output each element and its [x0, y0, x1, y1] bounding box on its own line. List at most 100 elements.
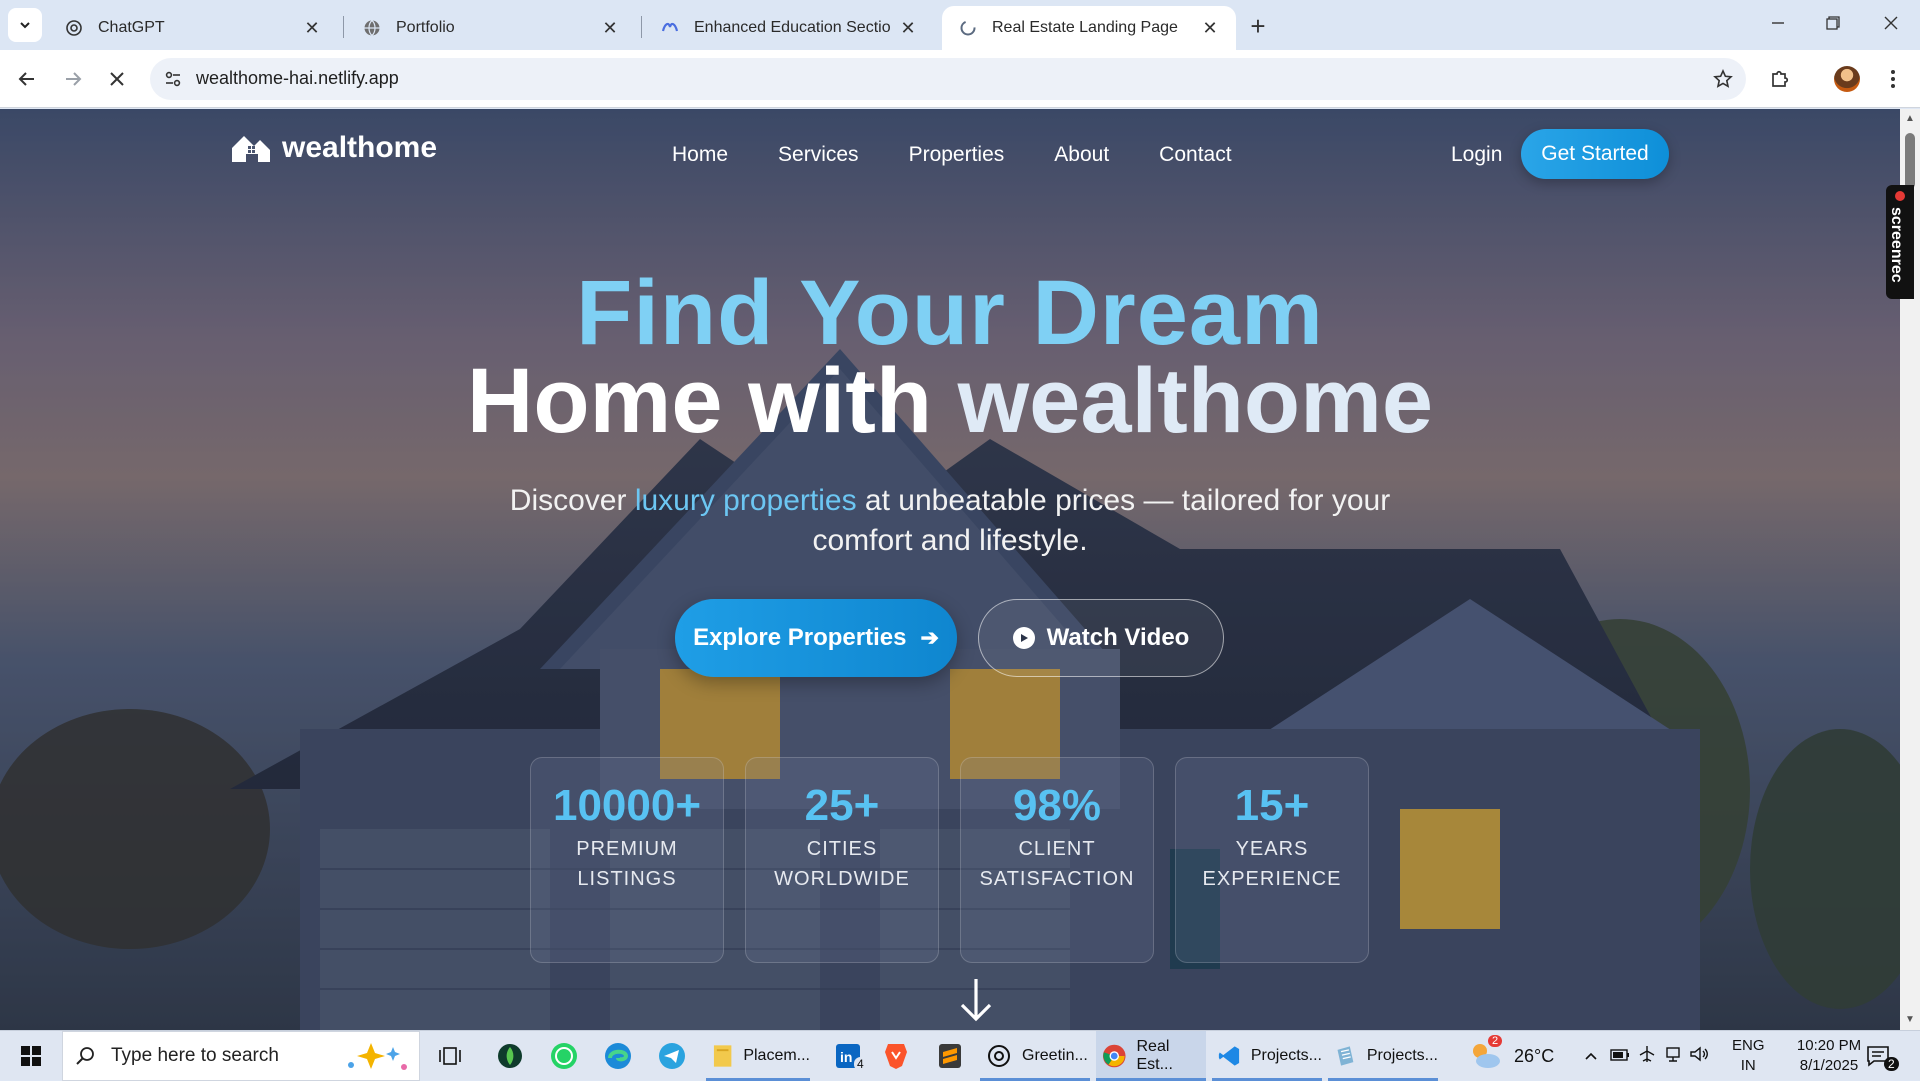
- site-settings-icon[interactable]: [160, 66, 186, 92]
- close-icon: [1884, 16, 1898, 30]
- close-icon[interactable]: ✕: [302, 18, 322, 38]
- forward-button[interactable]: [56, 62, 90, 96]
- hero-subtitle-start: Discover: [509, 484, 635, 517]
- chevron-down-icon: [20, 22, 30, 29]
- battery-icon[interactable]: [1606, 1048, 1634, 1065]
- screenrec-widget[interactable]: screenrec: [1886, 185, 1914, 299]
- taskbar-app-chatgpt[interactable]: Greetin...: [980, 1031, 1090, 1081]
- globe-icon: [362, 18, 382, 38]
- hero-title-prefix: Home with: [466, 350, 958, 452]
- browser-toolbar: wealthome-hai.netlify.app: [0, 50, 1920, 108]
- tab-enhanced-education[interactable]: Enhanced Education Section De ✕: [644, 6, 934, 50]
- menu-button[interactable]: [1876, 62, 1910, 96]
- chrome-icon: [1102, 1044, 1126, 1068]
- tab-chatgpt[interactable]: ChatGPT ✕: [48, 6, 338, 50]
- tab-list-button[interactable]: [8, 8, 42, 42]
- input-language[interactable]: ENG IN: [1732, 1036, 1765, 1076]
- search-placeholder: Type here to search: [111, 1045, 279, 1066]
- scroll-up-icon[interactable]: ▲: [1904, 113, 1916, 125]
- taskbar-app-vscode[interactable]: Projects...: [1212, 1031, 1322, 1081]
- back-button[interactable]: [10, 62, 44, 96]
- brave-icon: [885, 1044, 907, 1069]
- task-view-icon: [439, 1047, 461, 1065]
- hero-subtitle-end: at unbeatable prices — tailored for your…: [812, 484, 1391, 557]
- weather-widget[interactable]: 2 26°C: [1468, 1031, 1554, 1081]
- brand-logo[interactable]: wealthome: [230, 131, 437, 165]
- chevron-up-icon[interactable]: [1580, 1048, 1602, 1065]
- tab-real-estate[interactable]: Real Estate Landing Page ✕: [942, 6, 1236, 50]
- mongodb-icon: [498, 1044, 522, 1068]
- taskbar-app-mongodb[interactable]: [490, 1031, 530, 1081]
- bookmark-star-icon[interactable]: [1710, 66, 1736, 92]
- address-bar[interactable]: wealthome-hai.netlify.app: [150, 58, 1746, 100]
- get-started-button[interactable]: Get Started: [1521, 129, 1669, 179]
- chatgpt-icon: [988, 1045, 1010, 1067]
- notepad-icon: [1337, 1046, 1354, 1066]
- browser-window: ChatGPT ✕ Portfolio ✕ Enhanced Education…: [0, 0, 1920, 1081]
- scroll-down-arrow-icon[interactable]: [958, 977, 994, 1023]
- tab-title: Enhanced Education Section De: [694, 19, 890, 36]
- close-icon[interactable]: ✕: [1200, 18, 1220, 38]
- taskbar-app-chrome[interactable]: Real Est...: [1096, 1031, 1206, 1081]
- close-icon[interactable]: ✕: [898, 18, 918, 38]
- tab-title: ChatGPT: [98, 19, 165, 36]
- telegram-icon: [659, 1043, 685, 1069]
- nav-link-about[interactable]: About: [1054, 143, 1109, 167]
- stop-loading-button[interactable]: [100, 62, 134, 96]
- stat-card-satisfaction: 98% CLIENT SATISFACTION: [960, 757, 1154, 963]
- taskbar-app-label: Projects...: [1366, 1047, 1438, 1064]
- stat-label: YEARS EXPERIENCE: [1202, 838, 1342, 890]
- system-tray: [1580, 1031, 1712, 1081]
- back-arrow-icon: [18, 72, 34, 86]
- restore-button[interactable]: [1813, 8, 1853, 38]
- login-link[interactable]: Login: [1451, 143, 1502, 167]
- taskbar-app-whatsapp[interactable]: [544, 1031, 584, 1081]
- taskbar-app-label: Placem...: [743, 1047, 810, 1064]
- clock[interactable]: 10:20 PM 8/1/2025: [1788, 1036, 1870, 1076]
- notification-button[interactable]: 2: [1866, 1031, 1899, 1081]
- minimize-button[interactable]: [1758, 8, 1798, 38]
- house-logo-icon: [232, 136, 270, 162]
- taskbar-app-telegram[interactable]: [652, 1031, 692, 1081]
- nav-link-contact[interactable]: Contact: [1159, 143, 1231, 167]
- language-code: ENG: [1732, 1037, 1765, 1054]
- hero-title-line-2: Home with wealthome: [0, 349, 1900, 454]
- tab-portfolio[interactable]: Portfolio ✕: [346, 6, 636, 50]
- close-window-button[interactable]: [1871, 8, 1911, 38]
- scroll-down-icon[interactable]: ▼: [1904, 1014, 1916, 1026]
- explore-properties-button[interactable]: Explore Properties ➔: [675, 599, 957, 677]
- extensions-button[interactable]: [1763, 62, 1797, 96]
- stat-label: CITIES WORLDWIDE: [774, 838, 910, 890]
- volume-icon[interactable]: [1686, 1045, 1712, 1067]
- url-text[interactable]: wealthome-hai.netlify.app: [196, 68, 399, 89]
- taskbar-app-sublime[interactable]: [930, 1031, 970, 1081]
- whatsapp-icon: [551, 1043, 577, 1069]
- minimize-icon: [1772, 22, 1784, 24]
- new-tab-button[interactable]: +: [1244, 11, 1272, 41]
- nav-link-properties[interactable]: Properties: [909, 143, 1005, 167]
- taskbar-app-edge[interactable]: [598, 1031, 638, 1081]
- region-code: IN: [1740, 1057, 1756, 1074]
- taskbar-app-notepad[interactable]: Projects...: [1328, 1031, 1438, 1081]
- taskbar-search[interactable]: Type here to search: [62, 1031, 420, 1081]
- taskbar-app-file-explorer[interactable]: Placem...: [706, 1031, 810, 1081]
- task-view-button[interactable]: [432, 1031, 468, 1081]
- close-icon[interactable]: ✕: [600, 18, 620, 38]
- nav-link-home[interactable]: Home: [672, 143, 728, 167]
- scrollbar-thumb[interactable]: [1905, 133, 1915, 189]
- svg-text:in: in: [840, 1049, 852, 1065]
- stat-value: 15+: [1234, 781, 1310, 830]
- stat-label: PREMIUM LISTINGS: [576, 838, 678, 890]
- weather-badge: 2: [1488, 1035, 1503, 1047]
- network-icon[interactable]: [1660, 1045, 1686, 1067]
- house-background-image: [0, 109, 1900, 1030]
- taskbar-app-brave[interactable]: [876, 1031, 916, 1081]
- watch-video-button[interactable]: Watch Video: [978, 599, 1224, 677]
- profile-avatar[interactable]: [1834, 66, 1860, 92]
- nav-link-services[interactable]: Services: [778, 143, 859, 167]
- taskbar-app-linkedin[interactable]: in 4: [826, 1031, 870, 1081]
- vscode-icon: [1218, 1046, 1240, 1066]
- main-nav: Home Services Properties About Contact: [672, 143, 1282, 167]
- start-button[interactable]: [10, 1031, 52, 1081]
- airplane-icon[interactable]: [1634, 1045, 1660, 1067]
